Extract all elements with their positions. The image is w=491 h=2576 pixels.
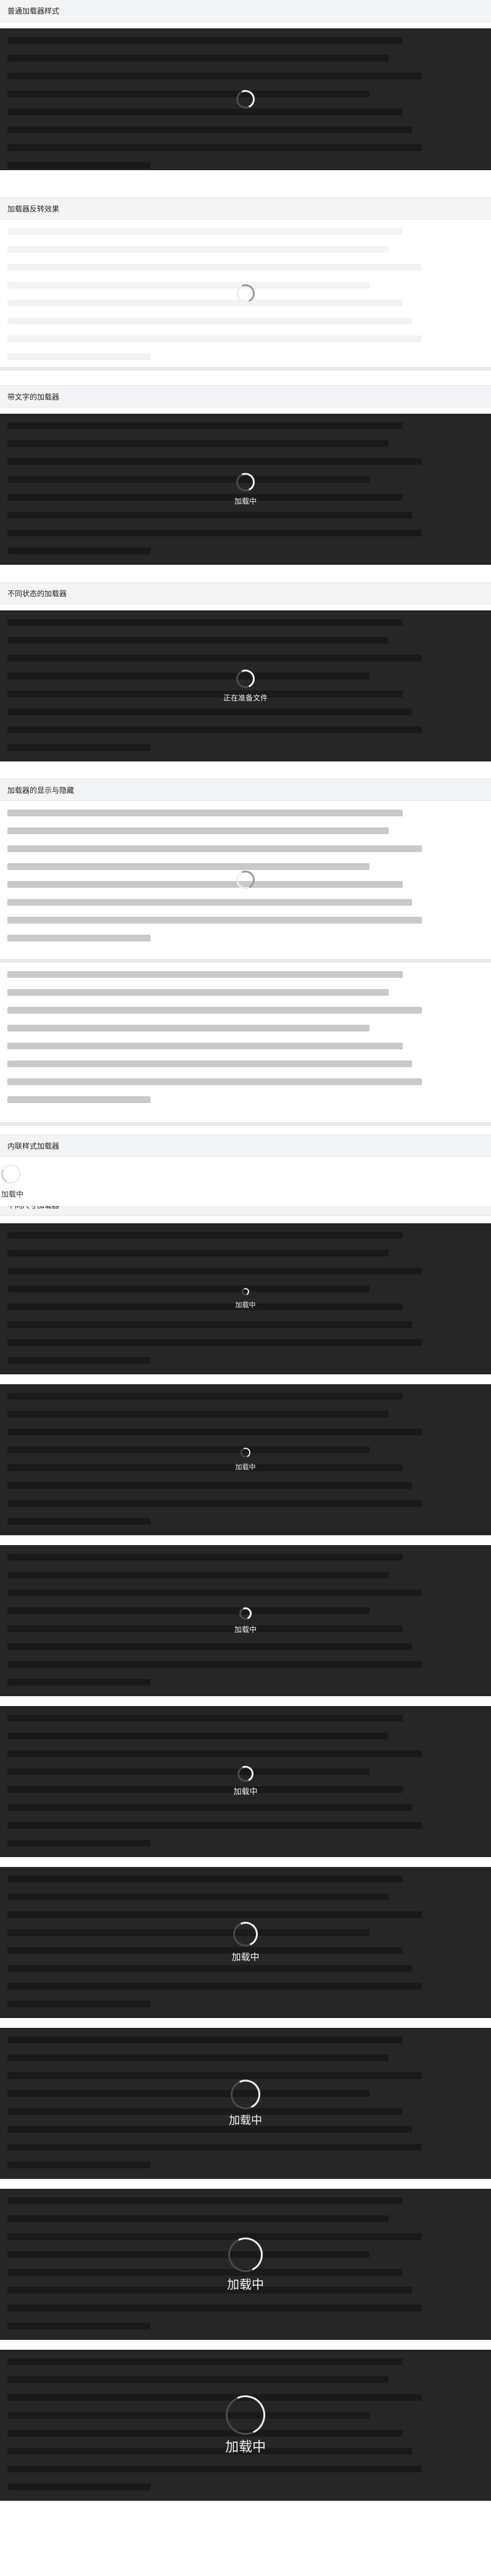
demo-with-text: 加载中 xyxy=(0,414,491,565)
demo-states: 正在准备文件 xyxy=(0,610,491,761)
loader-overlay xyxy=(0,219,491,367)
loader-text: 正在准备文件 xyxy=(223,693,268,702)
loader-spinner-icon xyxy=(233,470,258,494)
demo-inline: 加载中 xyxy=(0,1157,491,1206)
loader-overlay: 加载中 xyxy=(0,1867,491,2018)
placeholder-line xyxy=(7,989,389,996)
section-title-inline: 内联样式加载器 xyxy=(0,1134,491,1157)
demo-size-8: 加载中 xyxy=(0,2350,491,2501)
placeholder-lines xyxy=(7,971,484,1114)
section-title-inverse: 加载器反转效果 xyxy=(0,197,491,219)
loader-text: 加载中 xyxy=(234,1625,257,1634)
loader-overlay: 加载中 xyxy=(0,2189,491,2340)
loader-overlay: 加载中 xyxy=(0,414,491,565)
demo-basic xyxy=(0,28,491,170)
placeholder-line xyxy=(7,1043,403,1049)
section-title-visibility: 加载器的显示与隐藏 xyxy=(0,779,491,801)
demo-size-6: 加载中 xyxy=(0,2028,491,2179)
loader-overlay: 加载中 xyxy=(0,2028,491,2179)
loader-overlay: 加载中 xyxy=(0,1384,491,1535)
section-title-with-text: 带文字的加载器 xyxy=(0,385,491,408)
loader-spinner-icon xyxy=(233,87,258,112)
loader-spinner-icon xyxy=(237,1605,254,1622)
demo-size-5: 加载中 xyxy=(0,1867,491,2018)
placeholder-line xyxy=(7,1007,422,1014)
loader-overlay xyxy=(0,801,491,959)
placeholder-line xyxy=(7,1060,413,1067)
loader-spinner-icon xyxy=(233,667,258,691)
loader-overlay: 加载中 xyxy=(0,2350,491,2501)
demo-size-7: 加载中 xyxy=(0,2189,491,2340)
loader-spinner-icon xyxy=(226,2075,265,2114)
page: 普通加载器样式 加载器反转效果 带文字的加载器 加载中 不同状态的加载器 正在准… xyxy=(0,0,491,2501)
placeholder-line xyxy=(7,1078,422,1085)
loader-overlay: 正在准备文件 xyxy=(0,610,491,761)
loader-spinner-icon xyxy=(220,2389,271,2440)
loader-text: 加载中 xyxy=(1,1190,24,1199)
loader-overlay: 加载中 xyxy=(0,1223,491,1374)
loader-spinner-icon xyxy=(235,1763,256,1784)
placeholder-line xyxy=(7,1025,369,1032)
demo-size-1: 加载中 xyxy=(0,1223,491,1374)
demo-size-2: 加载中 xyxy=(0,1384,491,1535)
section-title-states: 不同状态的加载器 xyxy=(0,582,491,604)
loader-spinner-icon xyxy=(233,868,258,892)
placeholder-line xyxy=(7,1096,151,1103)
loader-overlay: 加载中 xyxy=(0,1706,491,1857)
loader-spinner-icon xyxy=(223,2232,268,2277)
size-demos: 加载中 加载中 加载中 加载中 加载中 加载中 加载中 加载中 xyxy=(0,1216,491,2501)
loader-spinner-icon xyxy=(241,1287,250,1297)
loader-text: 加载中 xyxy=(235,1301,256,1309)
section-title-basic: 普通加载器样式 xyxy=(0,0,491,22)
loader-spinner-icon xyxy=(0,1162,23,1186)
demo-size-4: 加载中 xyxy=(0,1706,491,1857)
loader-text: 加载中 xyxy=(225,2439,266,2455)
loader-overlay: 加载中 xyxy=(0,1545,491,1696)
loader-spinner-icon xyxy=(233,281,258,305)
loader-spinner-icon xyxy=(229,1918,262,1950)
demo-size-3: 加载中 xyxy=(0,1545,491,1696)
demo-visibility-hidden xyxy=(0,962,491,1126)
loader-overlay xyxy=(0,28,491,170)
loader-text: 加载中 xyxy=(231,1951,260,1963)
loader-text: 加载中 xyxy=(234,496,257,506)
loader-text: 加载中 xyxy=(227,2276,264,2292)
demo-inverse xyxy=(0,219,491,371)
demo-visibility-shown xyxy=(0,801,491,962)
loader-spinner-icon xyxy=(239,1446,252,1459)
loader-text: 加载中 xyxy=(229,2114,262,2127)
loader-text: 加载中 xyxy=(235,1463,256,1471)
placeholder-line xyxy=(7,971,403,978)
loader-text: 加载中 xyxy=(233,1787,258,1797)
